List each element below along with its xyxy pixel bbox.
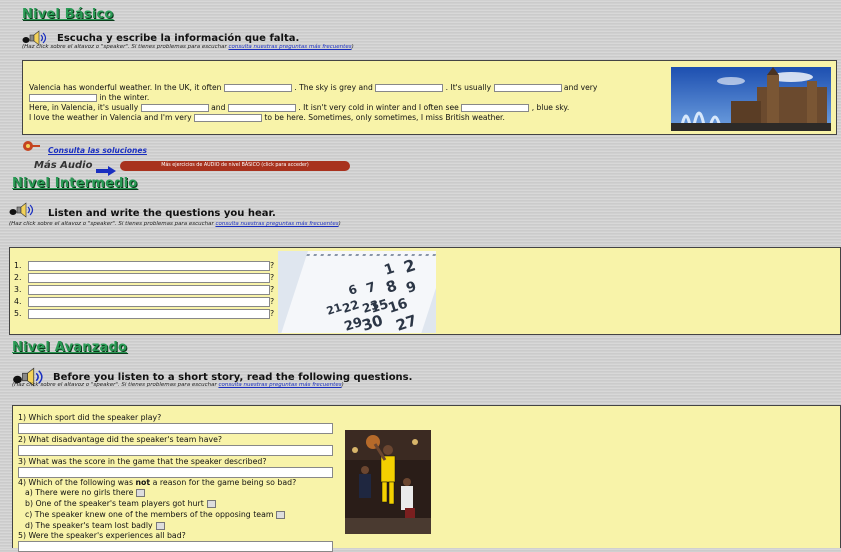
- question-row-1: 1.?: [14, 261, 274, 273]
- question-1: 1) Which sport did the speaker play?: [18, 413, 162, 422]
- key-icon[interactable]: [22, 139, 42, 153]
- help-text: (Haz click sobre el altavoz o "speaker".…: [9, 221, 216, 227]
- option-a: a) There were no girls there: [25, 488, 146, 497]
- gap-input-4[interactable]: [29, 94, 97, 102]
- text-fragment: and: [211, 103, 226, 112]
- option-b-checkbox[interactable]: [206, 500, 216, 508]
- question-mark: ?: [270, 285, 275, 294]
- speaker-intermedio[interactable]: [9, 202, 37, 222]
- text-fragment: in the winter.: [99, 93, 150, 102]
- text-fragment: , blue sky.: [531, 103, 570, 112]
- speaker-icon[interactable]: [9, 202, 37, 218]
- question-row-2: 2.?: [14, 273, 274, 285]
- heading-basico: Nivel Básico: [22, 7, 114, 22]
- question-mark: ?: [270, 309, 275, 318]
- option-b: b) One of the speaker's team players got…: [25, 499, 216, 508]
- option-label: d) The speaker's team lost badly: [25, 521, 153, 530]
- help-text: (Haz click sobre el altavoz o "speaker".…: [22, 44, 229, 50]
- question-input-2[interactable]: [28, 273, 270, 283]
- faq-link-basico[interactable]: consulta nuestras preguntas más frecuent…: [228, 44, 351, 50]
- text-fragment: . It's usually: [445, 83, 492, 92]
- row-number: 3.: [14, 285, 22, 294]
- row-number: 1.: [14, 261, 22, 270]
- text-line-4: I love the weather in Valencia and I'm v…: [29, 112, 505, 123]
- help-text-end: ): [351, 44, 354, 50]
- option-d-checkbox[interactable]: [155, 522, 165, 530]
- faq-link-avanzado[interactable]: consulta nuestras preguntas más frecuent…: [218, 382, 341, 388]
- avanzado-panel: 1) Which sport did the speaker play? 2) …: [12, 405, 841, 552]
- help-text-end: ): [341, 382, 344, 388]
- gap-input-7[interactable]: [461, 104, 530, 112]
- solutions-link[interactable]: Consulta las soluciones: [48, 146, 147, 155]
- row-number: 5.: [14, 309, 22, 318]
- gap-input-5[interactable]: [140, 104, 209, 112]
- heading-intermedio: Nivel Intermedio: [12, 176, 138, 191]
- heading-avanzado: Nivel Avanzado: [12, 340, 128, 355]
- option-a-checkbox[interactable]: [136, 489, 146, 497]
- question-2: 2) What disadvantage did the speaker's t…: [18, 435, 223, 444]
- gap-input-2[interactable]: [375, 84, 444, 92]
- help-text-end: ): [338, 221, 341, 227]
- question-input-5[interactable]: [28, 309, 270, 319]
- help-basico: (Haz click sobre el altavoz o "speaker".…: [22, 44, 354, 50]
- question-mark: ?: [270, 297, 275, 306]
- basketball-photo: [345, 430, 431, 534]
- help-avanzado: (Haz click sobre el altavoz o "speaker".…: [12, 382, 344, 388]
- valencia-photo: [671, 67, 831, 131]
- question-4: 4) Which of the following was not a reas…: [18, 478, 296, 487]
- answer-input-3[interactable]: [18, 467, 333, 478]
- question-mark: ?: [270, 273, 275, 282]
- faq-link-intermedio[interactable]: consulta nuestras preguntas más frecuent…: [215, 221, 338, 227]
- text-fragment: and very: [563, 83, 598, 92]
- answer-input-2[interactable]: [18, 445, 333, 456]
- text-fragment: to be here. Sometimes, only sometimes, I…: [264, 113, 505, 122]
- help-text: (Haz click sobre el altavoz o "speaker".…: [12, 382, 219, 388]
- question-mark: ?: [270, 261, 275, 270]
- question-row-4: 4.?: [14, 297, 274, 309]
- question-3: 3) What was the score in the game that t…: [18, 457, 267, 466]
- help-intermedio: (Haz click sobre el altavoz o "speaker".…: [9, 221, 341, 227]
- option-c: c) The speaker knew one of the members o…: [25, 510, 286, 519]
- gap-input-1[interactable]: [223, 84, 292, 92]
- instruction-intermedio: Listen and write the questions you hear.: [48, 208, 276, 219]
- question-input-1[interactable]: [28, 261, 270, 271]
- intermedio-panel: 1.? 2.? 3.? 4.? 5.? 2 1 8 9 7 6 16 15 23 22 21 30 29…: [9, 247, 841, 335]
- basico-panel: Valencia has wonderful weather. In the U…: [22, 60, 837, 135]
- question-row-3: 3.?: [14, 285, 274, 297]
- calendar-photo: 2 1 8 9 7 6 16 15 23 22 21 30 29 27: [278, 251, 436, 333]
- mas-audio-label: Más Audio: [34, 160, 93, 171]
- question-row-5: 5.?: [14, 309, 274, 321]
- row-number: 2.: [14, 273, 22, 282]
- text-fragment: I love the weather in Valencia and I'm v…: [29, 113, 192, 122]
- question-input-4[interactable]: [28, 297, 270, 307]
- text-fragment: . The sky is grey and: [294, 83, 373, 92]
- question-input-3[interactable]: [28, 285, 270, 295]
- option-label: c) The speaker knew one of the members o…: [25, 510, 274, 519]
- gap-input-3[interactable]: [493, 84, 562, 92]
- q4-text-end: a reason for the game being so bad?: [150, 478, 297, 487]
- questions-list: 1.? 2.? 3.? 4.? 5.?: [14, 261, 274, 321]
- text-fragment: . It isn't very cold in winter and I oft…: [298, 103, 459, 112]
- q4-text: 4) Which of the following was: [18, 478, 136, 487]
- option-c-checkbox[interactable]: [276, 511, 286, 519]
- option-label: a) There were no girls there: [25, 488, 134, 497]
- gap-input-6[interactable]: [227, 104, 296, 112]
- answer-input-5[interactable]: [18, 541, 333, 552]
- row-number: 4.: [14, 297, 22, 306]
- more-audio-button[interactable]: Más ejercicios de AUDIO de nivel BÁSICO …: [120, 161, 350, 171]
- text-fragment: Valencia has wonderful weather. In the U…: [29, 83, 222, 92]
- question-5: 5) Were the speaker's experiences all ba…: [18, 531, 186, 540]
- answer-input-1[interactable]: [18, 423, 333, 434]
- instruction-basico: Escucha y escribe la información que fal…: [57, 33, 300, 44]
- option-d: d) The speaker's team lost badly: [25, 521, 165, 530]
- gap-input-8[interactable]: [193, 114, 262, 122]
- q4-emphasis: not: [135, 478, 151, 487]
- option-label: b) One of the speaker's team players got…: [25, 499, 204, 508]
- solutions-row[interactable]: [22, 138, 42, 157]
- text-fragment: Here, in Valencia, it's usually: [29, 103, 139, 112]
